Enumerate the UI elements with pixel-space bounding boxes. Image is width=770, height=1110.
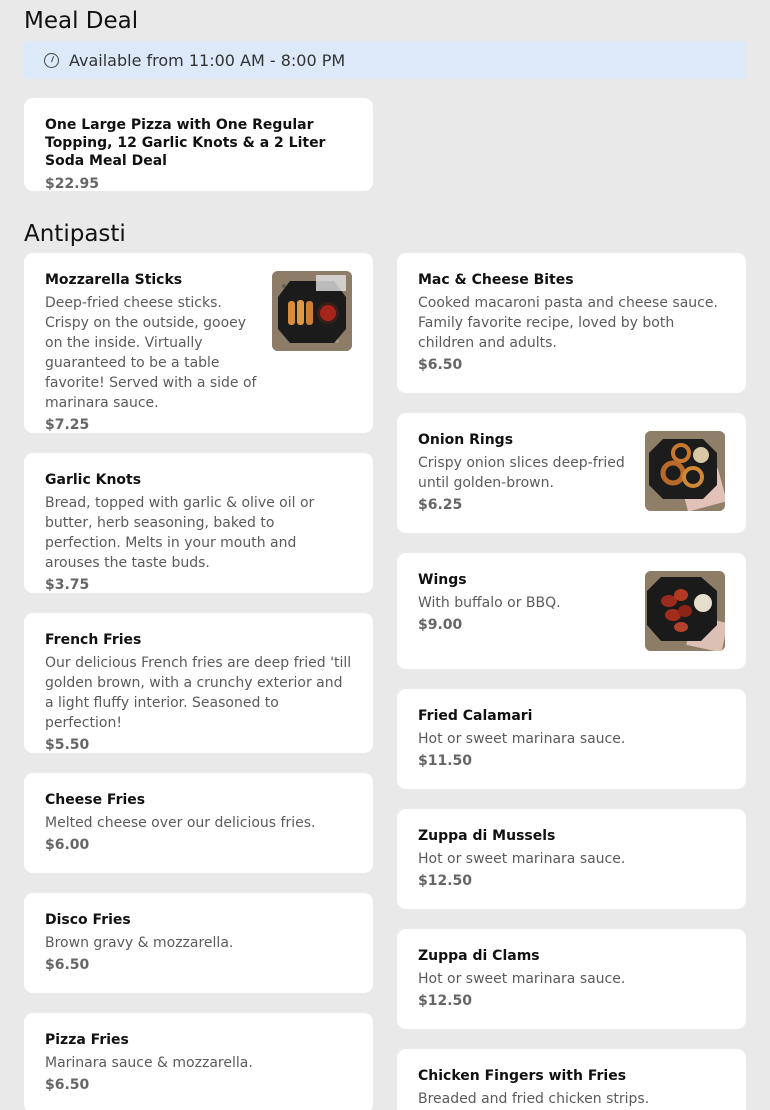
item-price: $6.25 (418, 497, 463, 513)
wings-photo (645, 571, 725, 651)
item-price: $12.50 (418, 993, 473, 1009)
item-name: Garlic Knots (45, 472, 142, 488)
item-description: Our delicious French fries are deep frie… (45, 655, 352, 731)
item-price: $22.95 (45, 176, 100, 192)
item-price: $6.00 (45, 837, 90, 853)
item-name: Onion Rings (418, 432, 514, 448)
menu-item-card[interactable]: Wings With buffalo or BBQ. $9.00 (397, 553, 746, 669)
item-price: $6.50 (45, 957, 90, 973)
item-price: $3.75 (45, 577, 90, 593)
item-description: Hot or sweet marinara sauce. (418, 851, 626, 867)
clock-icon (44, 52, 59, 68)
mozzarella-sticks-photo (272, 271, 352, 351)
menu-item-card[interactable]: Garlic Knots Bread, topped with garlic &… (24, 453, 373, 593)
item-price: $9.00 (418, 617, 463, 633)
menu-item-card[interactable]: Pizza Fries Marinara sauce & mozzarella.… (24, 1013, 373, 1110)
item-description: Hot or sweet marinara sauce. (418, 731, 626, 747)
menu-item-card[interactable]: Onion Rings Crispy onion slices deep-fri… (397, 413, 746, 533)
menu-item-card[interactable]: Zuppa di Clams Hot or sweet marinara sau… (397, 929, 746, 1029)
menu-item-card[interactable]: French Fries Our delicious French fries … (24, 613, 373, 753)
onion-rings-photo (645, 431, 725, 511)
menu-item-card[interactable]: Chicken Fingers with Fries Breaded and f… (397, 1049, 746, 1110)
menu-page: Meal Deal Available from 11:00 AM - 8:00… (0, 0, 770, 1110)
availability-banner: Available from 11:00 AM - 8:00 PM (24, 41, 746, 79)
availability-text: Available from 11:00 AM - 8:00 PM (69, 50, 346, 70)
item-price: $7.25 (45, 417, 90, 433)
item-name: Cheese Fries (45, 792, 146, 808)
menu-item-card[interactable]: Mozzarella Sticks Deep-fried cheese stic… (24, 253, 373, 433)
menu-item-card[interactable]: Zuppa di Mussels Hot or sweet marinara s… (397, 809, 746, 909)
item-price: $11.50 (418, 753, 473, 769)
item-description: Deep-fried cheese sticks. Crispy on the … (45, 295, 257, 411)
menu-item-card[interactable]: Fried Calamari Hot or sweet marinara sau… (397, 689, 746, 789)
item-name: One Large Pizza with One Regular Topping… (45, 117, 326, 169)
menu-item-card[interactable]: Disco Fries Brown gravy & mozzarella. $6… (24, 893, 373, 993)
item-name: Fried Calamari (418, 708, 533, 724)
item-description: Hot or sweet marinara sauce. (418, 971, 626, 987)
menu-item-card[interactable]: One Large Pizza with One Regular Topping… (24, 98, 373, 192)
item-name: Pizza Fries (45, 1032, 129, 1048)
item-name: Mac & Cheese Bites (418, 272, 574, 288)
item-description: With buffalo or BBQ. (418, 595, 561, 611)
menu-item-card[interactable]: Cheese Fries Melted cheese over our deli… (24, 773, 373, 873)
item-name: Mozzarella Sticks (45, 272, 183, 288)
item-price: $6.50 (45, 1077, 90, 1093)
item-description: Melted cheese over our delicious fries. (45, 815, 316, 831)
item-description: Brown gravy & mozzarella. (45, 935, 234, 951)
item-name: Chicken Fingers with Fries (418, 1068, 627, 1084)
item-price: $5.50 (45, 737, 90, 753)
antipasti-heading: Antipasti (24, 221, 126, 247)
item-description: Crispy onion slices deep-fried until gol… (418, 455, 625, 491)
item-name: Zuppa di Clams (418, 948, 540, 964)
item-price: $6.50 (418, 357, 463, 373)
item-name: Disco Fries (45, 912, 131, 928)
item-description: Cooked macaroni pasta and cheese sauce. … (418, 295, 718, 351)
item-description: Marinara sauce & mozzarella. (45, 1055, 253, 1071)
meal-deal-heading: Meal Deal (24, 8, 139, 34)
item-name: French Fries (45, 632, 142, 648)
item-description: Bread, topped with garlic & olive oil or… (45, 495, 315, 571)
item-name: Wings (418, 572, 467, 588)
item-price: $12.50 (418, 873, 473, 889)
menu-item-card[interactable]: Mac & Cheese Bites Cooked macaroni pasta… (397, 253, 746, 393)
item-name: Zuppa di Mussels (418, 828, 556, 844)
item-description: Breaded and fried chicken strips. (418, 1091, 650, 1107)
